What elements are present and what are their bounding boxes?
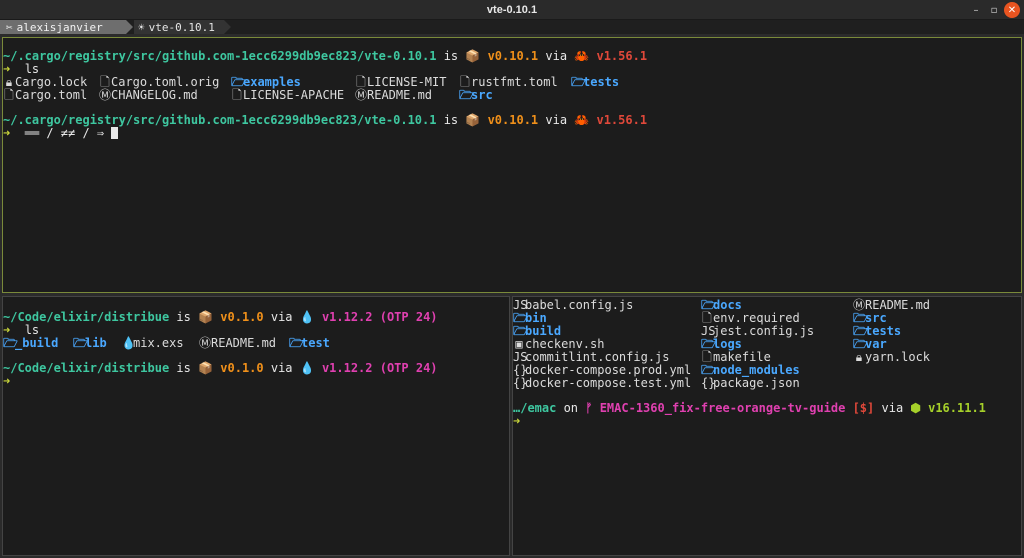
prompt-path: ~/Code/elixir/distribue [3,361,170,375]
prompt-line: ~/Code/elixir/distribue is 📦 v0.1.0 via … [3,311,438,324]
drop-icon: 💧 [121,336,136,350]
window-controls: – ▫ ✕ [968,2,1020,18]
tab-alexisjanvier[interactable]: ✂ alexisjanvier [0,20,133,34]
package-icon: 📦 [198,310,214,324]
prompt-via: via [874,401,911,415]
prompt-path: ~/.cargo/registry/src/github.com-1ecc629… [3,113,437,127]
command-text: ls [24,323,40,337]
crab-icon: 🦀 [574,113,590,127]
crab-icon: 🦀 [574,49,590,63]
prompt-line: ~/Code/elixir/distribue is 📦 v0.1.0 via … [3,362,438,375]
folder-icon: 🗁 [3,336,18,350]
prompt-is: is [436,49,466,63]
minimize-button[interactable]: – [968,2,984,18]
prompt-via: via [538,113,575,127]
elixir-version: v1.12.2 (OTP 24) [321,310,438,324]
maximize-button[interactable]: ▫ [986,2,1002,18]
prompt-via: via [538,49,575,63]
braces-icon: {} [701,376,716,390]
package-version: v0.10.1 [487,113,539,127]
list-item: 🗁lib [73,336,107,350]
prompt-is: is [169,310,199,324]
prompt-line: …/emac on ᚠ EMAC-1360_fix-free-orange-tv… [513,402,986,415]
branch-icon: ᚠ [585,401,593,415]
arrow-icon: ➜ [3,126,11,140]
arrow-icon: ➜ [3,323,11,337]
git-status: [$] [852,401,875,415]
package-icon: 📦 [465,113,481,127]
markdown-icon: Ⓜ [99,88,112,102]
arrow-icon: ➜ [3,62,11,76]
tools-icon: ✂ [6,20,13,34]
list-item: {}docker-compose.test.yml [513,376,692,390]
prompt-is: is [436,113,466,127]
text-cursor [111,127,119,139]
arrow-icon: ➜ [513,414,521,428]
prompt-path: …/emac [513,401,557,415]
list-item: 🗁tests [571,75,620,89]
elixir-version: v1.12.2 (OTP 24) [321,361,438,375]
markdown-icon: Ⓜ [199,336,212,350]
input-line[interactable]: ➜ [3,375,10,388]
arrow-icon: ➜ [3,374,11,388]
drop-icon: 💧 [299,310,315,324]
command-text: ls [24,62,40,76]
list-item: 🗋LICENSE-APACHE [232,88,345,102]
tmux-tabbar: ✂ alexisjanvier ☀ vte-0.10.1 [0,20,1024,34]
close-button[interactable]: ✕ [1004,2,1020,18]
list-item: {}package.json [701,376,800,390]
file-icon: 🗋 [232,88,242,102]
prompt-via: via [263,310,300,324]
input-line[interactable]: ➜ [513,415,520,428]
folder-icon: 🗁 [571,75,586,89]
package-version: v0.1.0 [220,361,264,375]
prompt-path: ~/.cargo/registry/src/github.com-1ecc629… [3,49,437,63]
bug-icon: ☀ [138,20,145,34]
list-item: 🗁test [289,336,330,350]
prompt-via: via [263,361,300,375]
package-version: v0.10.1 [487,49,539,63]
terminal-pane-top[interactable]: ~/.cargo/registry/src/github.com-1ecc629… [2,37,1022,293]
prompt-is: is [169,361,199,375]
list-item: 🔒︎ yarn.lock [853,351,930,364]
folder-icon: 🗁 [73,336,88,350]
tab-vte[interactable]: ☀ vte-0.10.1 [134,20,231,34]
list-item: 💧mix.exs [121,336,184,350]
folder-icon: 🗁 [289,336,304,350]
list-item: ⓂCHANGELOG.md [99,88,198,102]
prompt-on: on [556,401,586,415]
file-icon: 🗋 [4,88,14,102]
node-icon: ⬢ [910,401,921,415]
tab-label: alexisjanvier [16,20,103,34]
command-input: ══ / ≠≠ / ⇒ [24,126,112,140]
package-version: v0.1.0 [220,310,264,324]
rust-version: v1.56.1 [596,113,648,127]
list-item: 🗋Cargo.toml [4,88,88,102]
drop-icon: 💧 [299,361,315,375]
list-item: ⓂREADME.md [199,336,277,350]
prompt-path: ~/Code/elixir/distribue [3,310,170,324]
tab-label: vte-0.10.1 [148,20,215,34]
git-branch: EMAC-1360_fix-free-orange-tv-guide [599,401,846,415]
terminal-pane-bottom-right[interactable]: JSbabel.config.js 🗁bin 🗁build ▣ checkenv.… [512,296,1022,556]
prompt-line: ~/.cargo/registry/src/github.com-1ecc629… [3,50,647,63]
input-line[interactable]: ➜ ══ / ≠≠ / ⇒ [3,126,119,140]
list-item: 🗁_build [3,336,59,350]
terminal-pane-bottom-left[interactable]: ~/Code/elixir/distribue is 📦 v0.1.0 via … [2,296,510,556]
package-icon: 📦 [198,361,214,375]
package-icon: 📦 [465,49,481,63]
list-item: ⓂREADME.md [355,88,433,102]
lock-icon: 🔒︎ [855,350,863,364]
list-item: 🗁src [459,88,493,102]
node-version: v16.11.1 [928,401,986,415]
rust-version: v1.56.1 [596,49,648,63]
folder-icon: 🗁 [459,88,474,102]
window-titlebar: vte-0.10.1 – ▫ ✕ [0,0,1024,20]
markdown-icon: Ⓜ [355,88,368,102]
window-title: vte-0.10.1 [486,3,538,16]
braces-icon: {} [513,376,528,390]
